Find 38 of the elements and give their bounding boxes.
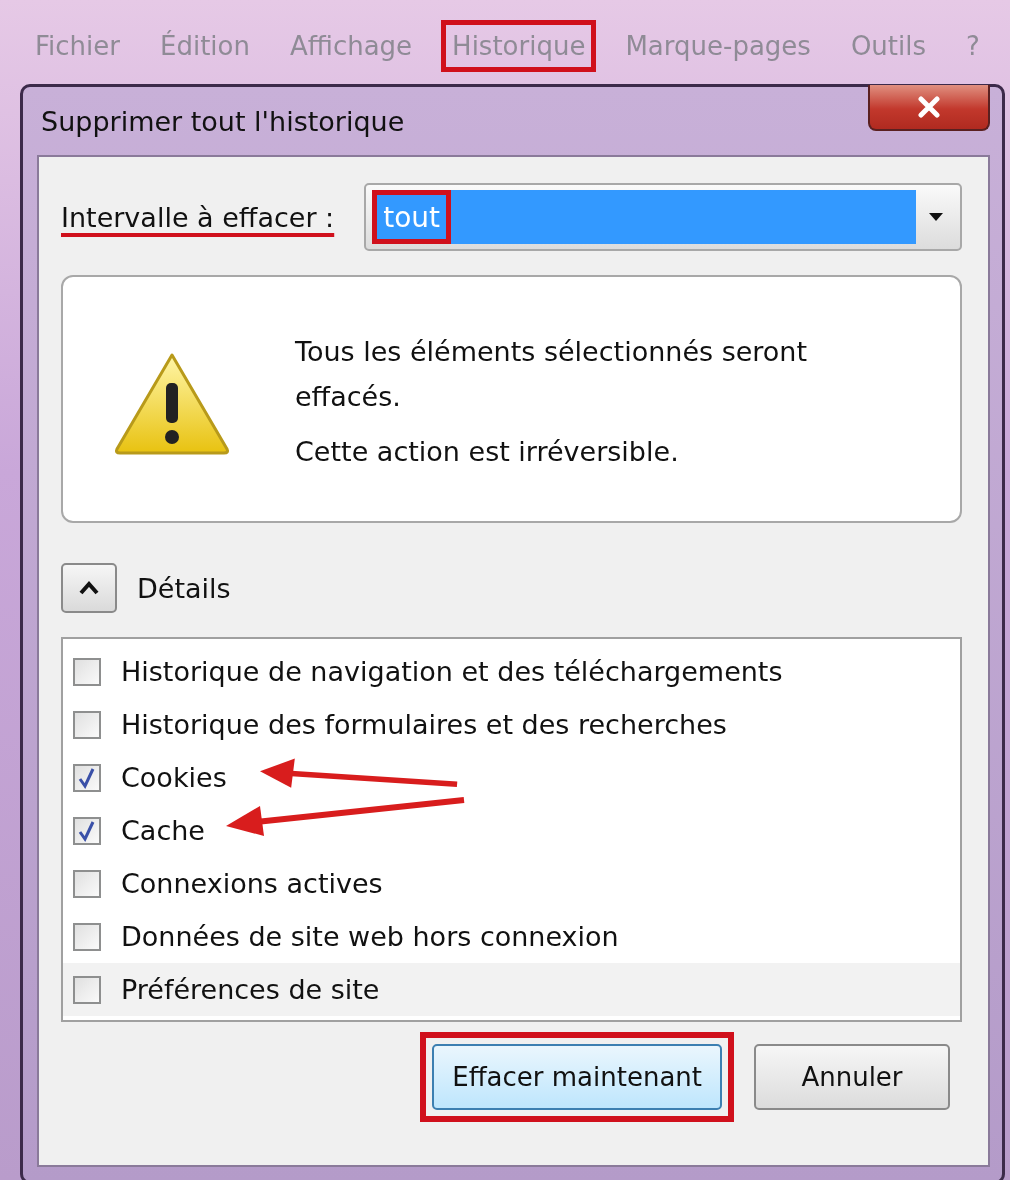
dialog-button[interactable]: Annuler bbox=[754, 1044, 950, 1110]
caret-icon bbox=[926, 211, 946, 223]
menu-item[interactable]: Affichage bbox=[278, 20, 424, 72]
close-icon bbox=[917, 96, 941, 118]
checkbox[interactable] bbox=[73, 975, 101, 1004]
checkbox[interactable] bbox=[73, 816, 101, 845]
dialog-button[interactable]: Effacer maintenant bbox=[432, 1044, 722, 1110]
chevron-icon bbox=[77, 580, 101, 596]
menu-item[interactable]: Historique bbox=[441, 20, 597, 72]
checkbox[interactable] bbox=[73, 763, 101, 792]
checkbox[interactable] bbox=[73, 922, 101, 951]
range-dropdown[interactable]: tout bbox=[364, 183, 962, 251]
checkbox-label: Cookies bbox=[121, 762, 227, 793]
checkbox-label: Historique de navigation et des téléchargements bbox=[121, 656, 783, 687]
menu-item[interactable]: Édition bbox=[149, 20, 261, 72]
warning-text: Cette action est irréversible. bbox=[295, 435, 680, 469]
menu-item[interactable]: ? bbox=[955, 20, 991, 72]
checkbox-label: Cache bbox=[121, 815, 205, 846]
checkbox[interactable] bbox=[73, 869, 101, 898]
details-toggle-button[interactable] bbox=[61, 563, 117, 613]
checkbox-label: Données de site web hors connexion bbox=[121, 921, 619, 952]
details-label: Détails bbox=[137, 572, 231, 604]
menu-item[interactable]: Outils bbox=[839, 20, 937, 72]
menu-item[interactable]: Marque-pages bbox=[614, 20, 822, 72]
checkbox-label: Connexions actives bbox=[121, 868, 383, 899]
checkbox[interactable] bbox=[73, 710, 101, 739]
close-button[interactable] bbox=[868, 85, 990, 131]
warning-text: Tous les éléments sélectionnés seront effacés. bbox=[295, 335, 809, 414]
check-icon bbox=[77, 819, 97, 842]
warning-icon bbox=[113, 351, 231, 455]
check-icon bbox=[77, 766, 97, 789]
window-title: Supprimer tout l'historique bbox=[40, 105, 405, 137]
checkbox-label: Historique des formulaires et des recherches bbox=[121, 709, 727, 740]
checkbox-label: Préférences de site bbox=[121, 974, 380, 1005]
checkbox[interactable] bbox=[73, 657, 101, 686]
menu-item[interactable]: Fichier bbox=[24, 20, 131, 72]
range-value: tout bbox=[372, 190, 452, 244]
range-label: Intervalle à effacer : bbox=[61, 201, 335, 233]
